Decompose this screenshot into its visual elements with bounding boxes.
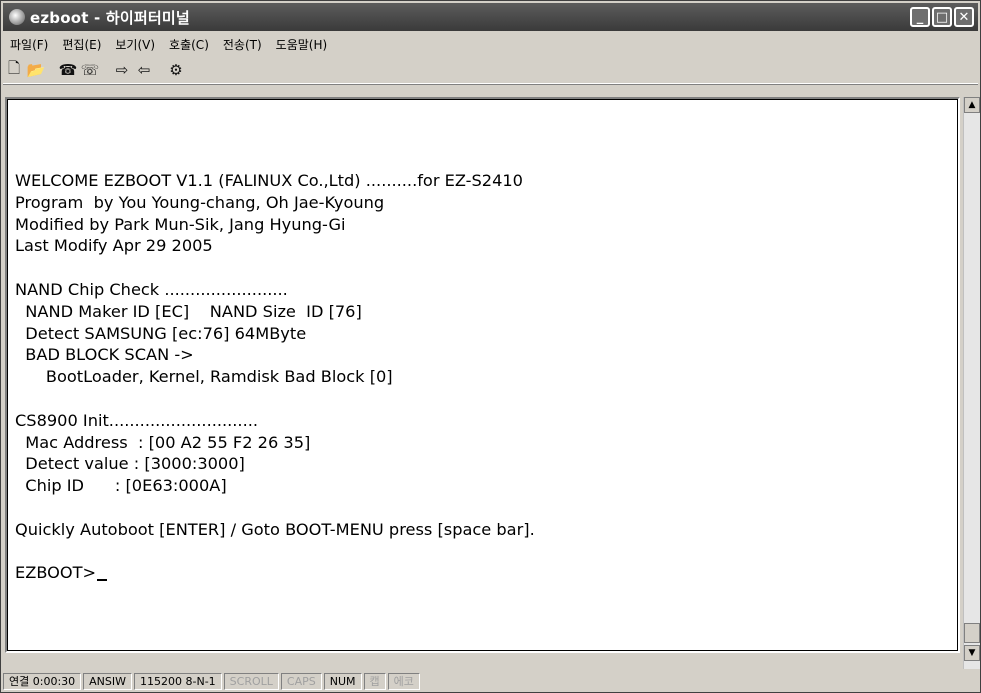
properties-icon[interactable]: ⚙ bbox=[165, 59, 187, 81]
terminal-screen[interactable]: WELCOME EZBOOT V1.1 (FALINUX Co.,Ltd) ..… bbox=[7, 99, 958, 651]
toolbar: 🗋 📂 ☎ ☏ ⇨ ⇦ ⚙ bbox=[3, 57, 978, 84]
status-caps: CAPS bbox=[280, 672, 322, 690]
minimize-button[interactable]: _ bbox=[910, 7, 930, 27]
status-port-settings: 115200 8-N-1 bbox=[134, 672, 222, 690]
scroll-up-arrow-icon[interactable]: ▲ bbox=[964, 97, 980, 113]
scroll-down-arrow-icon[interactable]: ▼ bbox=[964, 645, 980, 661]
close-button[interactable]: ✕ bbox=[954, 7, 974, 27]
open-icon[interactable]: 📂 bbox=[25, 59, 47, 81]
terminal-lines: WELCOME EZBOOT V1.1 (FALINUX Co.,Ltd) ..… bbox=[15, 171, 535, 539]
menu-transfer[interactable]: 전송(T) bbox=[216, 36, 269, 53]
menu-edit[interactable]: 편집(E) bbox=[55, 36, 108, 53]
window-controls: _ □ ✕ bbox=[910, 7, 974, 27]
maximize-button[interactable]: □ bbox=[932, 7, 952, 27]
window-title: ezboot - 하이퍼터미널 bbox=[30, 8, 190, 27]
terminal-prompt: EZBOOT> bbox=[15, 563, 97, 583]
status-echo: 에코 bbox=[387, 672, 420, 690]
disconnect-icon[interactable]: ☏ bbox=[79, 59, 101, 81]
status-emulation: ANSIW bbox=[83, 672, 133, 690]
scrollbar-thumb[interactable] bbox=[964, 623, 980, 643]
vertical-scrollbar[interactable]: ▲ ▼ bbox=[963, 97, 980, 669]
terminal-output: WELCOME EZBOOT V1.1 (FALINUX Co.,Ltd) ..… bbox=[15, 170, 535, 584]
send-icon[interactable]: ⇨ bbox=[111, 59, 133, 81]
new-icon[interactable]: 🗋 bbox=[3, 59, 25, 81]
hyperterminal-window: ezboot - 하이퍼터미널 _ □ ✕ 파일(F) 편집(E) 보기(V) … bbox=[0, 0, 981, 693]
status-bar: 연결 0:00:30 ANSIW 115200 8-N-1 SCROLL CAP… bbox=[3, 671, 978, 691]
menu-call[interactable]: 호출(C) bbox=[162, 36, 216, 53]
status-connected-time: 연결 0:00:30 bbox=[3, 672, 82, 690]
text-cursor bbox=[97, 579, 108, 582]
menu-view[interactable]: 보기(V) bbox=[108, 36, 162, 53]
menu-file[interactable]: 파일(F) bbox=[3, 36, 55, 53]
terminal-frame: WELCOME EZBOOT V1.1 (FALINUX Co.,Ltd) ..… bbox=[5, 97, 960, 653]
menu-bar: 파일(F) 편집(E) 보기(V) 호출(C) 전송(T) 도움말(H) bbox=[3, 33, 978, 55]
menu-help[interactable]: 도움말(H) bbox=[269, 36, 335, 53]
status-capture: 캡 bbox=[363, 672, 386, 690]
phone-icon[interactable]: ☎ bbox=[57, 59, 79, 81]
status-num: NUM bbox=[323, 672, 362, 690]
hyperterminal-app-icon[interactable] bbox=[9, 9, 25, 25]
status-scroll: SCROLL bbox=[223, 672, 279, 690]
title-bar[interactable]: ezboot - 하이퍼터미널 _ □ ✕ bbox=[3, 3, 978, 31]
receive-icon[interactable]: ⇦ bbox=[133, 59, 155, 81]
